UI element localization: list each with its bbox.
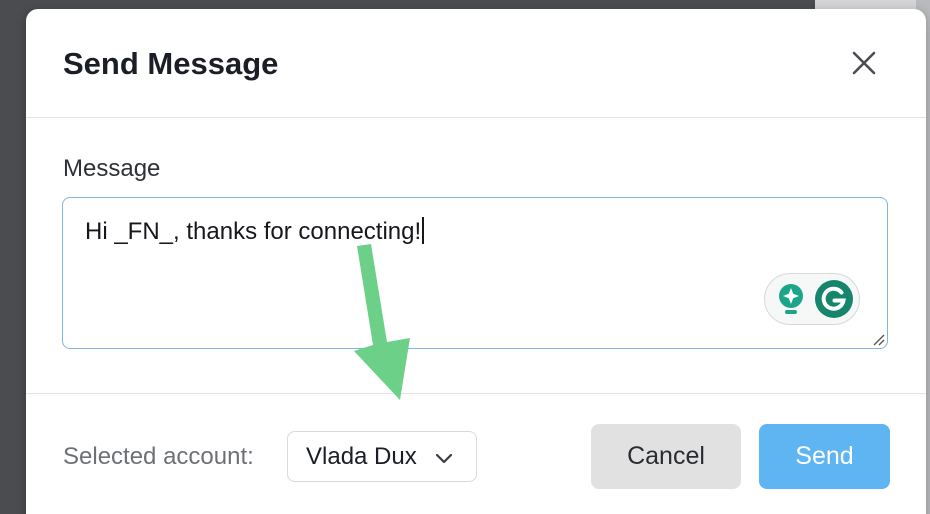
dialog-header: Send Message bbox=[26, 9, 926, 118]
resize-handle-icon[interactable] bbox=[871, 332, 885, 346]
chevron-down-icon bbox=[435, 453, 453, 464]
account-select-value: Vlada Dux bbox=[306, 443, 417, 470]
grammarly-widget[interactable] bbox=[764, 273, 860, 325]
dialog-title: Send Message bbox=[63, 46, 279, 81]
selected-account-label: Selected account: bbox=[63, 443, 254, 470]
text-caret bbox=[422, 217, 425, 244]
close-icon bbox=[852, 51, 876, 75]
grammarly-g-icon[interactable] bbox=[814, 279, 854, 319]
close-button[interactable] bbox=[848, 47, 880, 79]
cancel-button[interactable]: Cancel bbox=[591, 424, 741, 489]
message-textarea[interactable]: Hi _FN_, thanks for connecting! bbox=[62, 197, 888, 349]
message-text: Hi _FN_, thanks for connecting! bbox=[85, 217, 425, 247]
send-button[interactable]: Send bbox=[759, 424, 890, 489]
dialog-footer: Selected account: Vlada Dux Cancel Send bbox=[26, 393, 926, 514]
send-message-dialog: Send Message Message Hi _FN_, thanks for… bbox=[26, 9, 926, 514]
message-label: Message bbox=[63, 155, 161, 182]
lightbulb-sparkle-icon[interactable] bbox=[774, 282, 808, 318]
account-select[interactable]: Vlada Dux bbox=[287, 431, 477, 482]
